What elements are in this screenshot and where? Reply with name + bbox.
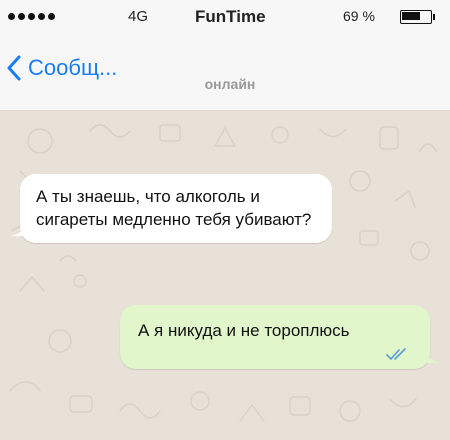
battery-terminal xyxy=(433,14,435,20)
incoming-message-bubble[interactable]: А ты знаешь, что алкоголь и сигареты мед… xyxy=(11,174,332,243)
chat-header: Сообщ... онлайн xyxy=(0,34,450,111)
signal-dot xyxy=(8,13,15,20)
battery-percentage: 69 % xyxy=(343,8,375,24)
bubble-tail xyxy=(11,221,33,237)
battery-icon xyxy=(400,10,435,24)
outgoing-message-bubble[interactable]: А я никуда и не тороплюсь xyxy=(120,305,440,369)
message-text: А я никуда и не тороплюсь xyxy=(138,321,350,340)
message-text: А ты знаешь, что алкоголь и сигареты мед… xyxy=(36,187,312,229)
bubble-tail xyxy=(418,348,440,364)
contact-status: онлайн xyxy=(204,76,256,92)
signal-icon xyxy=(8,13,55,20)
signal-dot xyxy=(38,13,45,20)
status-bar: 4G FunTime 69 % xyxy=(0,0,450,34)
chat-wallpaper xyxy=(9,124,437,422)
carrier-name: FunTime xyxy=(195,7,266,26)
signal-dot xyxy=(18,13,25,20)
read-double-check-icon xyxy=(386,348,406,360)
signal-dot xyxy=(28,13,35,20)
battery-level xyxy=(402,12,420,20)
message-list[interactable]: А ты знаешь, что алкоголь и сигареты мед… xyxy=(0,111,450,440)
signal-dot xyxy=(48,13,55,20)
network-type: 4G xyxy=(128,8,149,25)
